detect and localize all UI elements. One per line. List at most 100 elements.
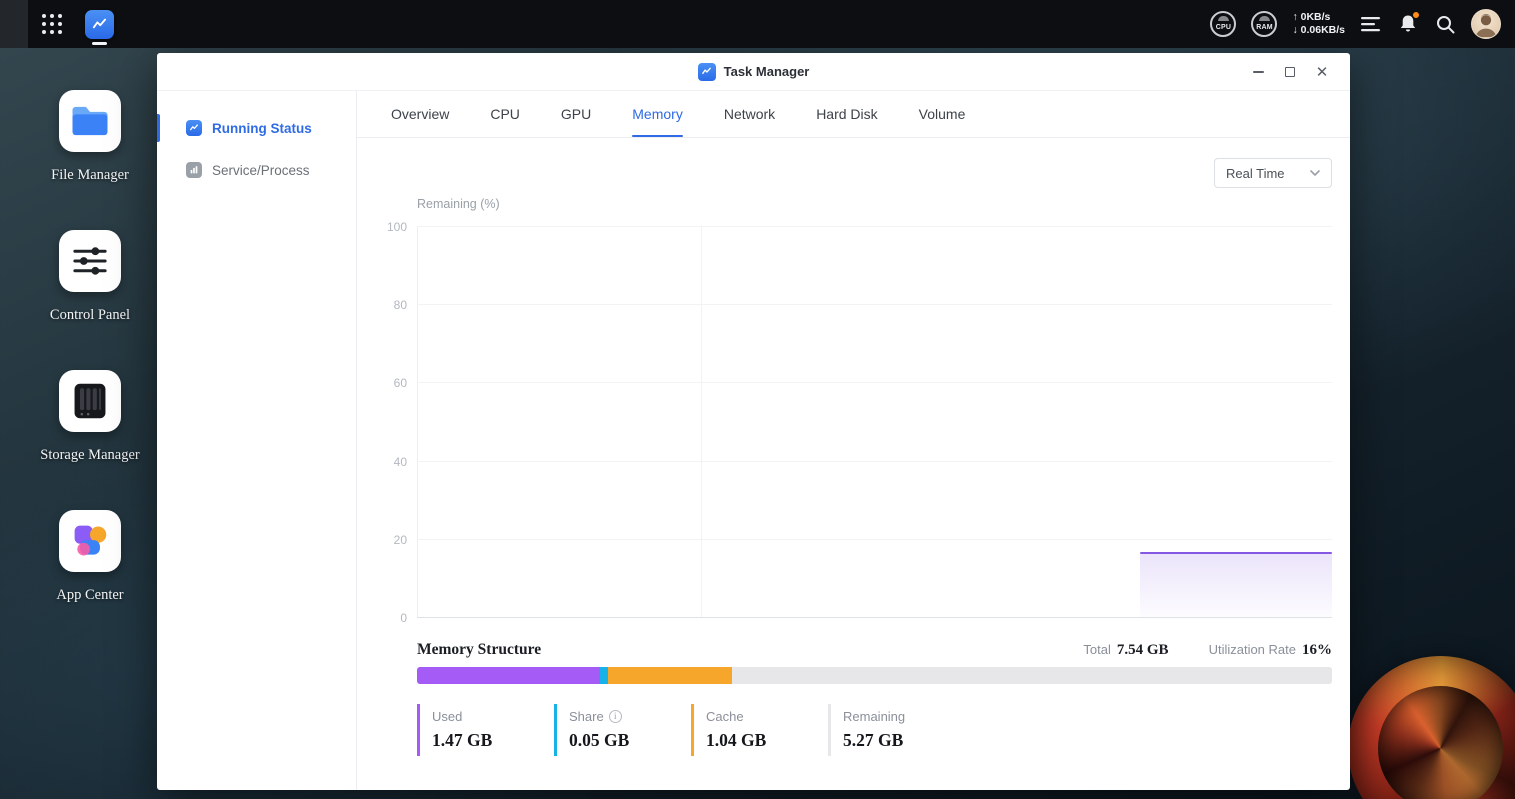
sidebar-item-service-process[interactable]: Service/Process: [157, 149, 356, 191]
window-body: Running Status Service/Process Overview …: [157, 91, 1350, 790]
chart-gridline: [417, 539, 1332, 540]
window-controls: ✕: [1242, 53, 1338, 91]
topbar-right-cluster: CPU RAM ↑ 0KB/s ↓ 0.06KB/s: [1210, 9, 1515, 39]
memory-structure-title: Memory Structure: [417, 641, 541, 659]
bar-segment-cache: [608, 667, 732, 684]
tab-memory[interactable]: Memory: [632, 91, 683, 137]
legend-item-cache: Cache 1.04 GB: [691, 704, 828, 756]
file-manager-icon: [59, 90, 121, 152]
legend-value: 5.27 GB: [843, 732, 965, 750]
memory-structure-bar: [417, 667, 1332, 684]
taskbar-app-task-manager[interactable]: [76, 0, 122, 48]
chart-y-axis-title: Remaining (%): [417, 197, 500, 211]
time-range-value: Real Time: [1226, 166, 1285, 181]
y-tick-label: 60: [377, 376, 407, 390]
tabs-bar: Overview CPU GPU Memory Network Hard Dis…: [357, 91, 1350, 138]
service-process-icon: [186, 162, 202, 178]
utilization-rate-label: Utilization Rate: [1209, 642, 1296, 657]
desktop-icon-app-center[interactable]: App Center: [40, 510, 140, 650]
series-area-fill: [1140, 554, 1332, 617]
chart-left-axis-line: [417, 226, 418, 617]
topbar-corner: [0, 0, 28, 48]
desktop-icon-column: File Manager Control Panel: [40, 90, 140, 650]
minimize-icon: [1253, 71, 1264, 73]
task-manager-window: Task Manager ✕ Running Status: [157, 53, 1350, 790]
legend-value: 1.04 GB: [706, 732, 828, 750]
y-tick-label: 20: [377, 533, 407, 547]
sidebar-item-running-status[interactable]: Running Status: [157, 107, 356, 149]
close-button[interactable]: ✕: [1306, 53, 1338, 91]
tab-hard-disk[interactable]: Hard Disk: [816, 91, 877, 137]
grid-dots-glyph: [42, 14, 62, 34]
desktop-icon-storage-manager[interactable]: Storage Manager: [40, 370, 140, 510]
share-info-icon[interactable]: i: [609, 710, 622, 723]
window-main: Overview CPU GPU Memory Network Hard Dis…: [357, 91, 1350, 790]
chart-gridline: [417, 382, 1332, 383]
maximize-button[interactable]: [1274, 53, 1306, 91]
total-value: 7.54 GB: [1117, 642, 1169, 659]
sidebar-item-label: Running Status: [212, 121, 312, 136]
bar-segment-share: [600, 667, 608, 684]
active-app-indicator: [92, 42, 107, 45]
legend-value: 1.47 GB: [432, 732, 554, 750]
cpu-gauge: CPU: [1210, 11, 1236, 37]
legend-label: Cache: [706, 710, 828, 723]
chart-gridline: [417, 461, 1332, 462]
desktop-icon-control-panel[interactable]: Control Panel: [40, 230, 140, 370]
search-icon[interactable]: [1434, 13, 1456, 35]
apps-grid-icon[interactable]: [28, 0, 76, 48]
user-avatar[interactable]: [1471, 9, 1501, 39]
desktop-screen: { "topbar": { "cpu_label": "CPU", "ram_l…: [0, 0, 1515, 799]
desktop-icon-label: File Manager: [51, 167, 129, 184]
tab-overview[interactable]: Overview: [391, 91, 449, 137]
legend-label: Share i: [569, 710, 691, 723]
bar-segment-used: [417, 667, 600, 684]
tab-volume[interactable]: Volume: [919, 91, 966, 137]
topbar: CPU RAM ↑ 0KB/s ↓ 0.06KB/s: [0, 0, 1515, 48]
ram-gauge-label: RAM: [1256, 24, 1273, 35]
notification-bell-icon[interactable]: [1397, 13, 1419, 35]
window-sidebar: Running Status Service/Process: [157, 91, 357, 790]
notification-badge-dot: [1412, 11, 1420, 19]
running-status-icon: [186, 120, 202, 136]
y-tick-label: 40: [377, 455, 407, 469]
active-sidebar-indicator: [157, 114, 160, 142]
window-title: Task Manager: [724, 64, 810, 79]
cpu-gauge-label: CPU: [1216, 24, 1231, 35]
bar-segment-remaining: [732, 667, 1332, 684]
legend-item-share: Share i 0.05 GB: [554, 704, 691, 756]
chart-vertical-gridline: [701, 226, 702, 617]
tab-network[interactable]: Network: [724, 91, 775, 137]
total-label: Total: [1083, 642, 1110, 657]
memory-structure-header: Memory Structure Total 7.54 GB Utilizati…: [417, 641, 1332, 659]
control-panel-icon: [59, 230, 121, 292]
storage-manager-icon: [59, 370, 121, 432]
sidebar-item-label: Service/Process: [212, 163, 310, 178]
chart-gridline: [417, 304, 1332, 305]
legend-value: 0.05 GB: [569, 732, 691, 750]
chevron-down-icon: [1310, 170, 1320, 176]
tab-gpu[interactable]: GPU: [561, 91, 591, 137]
y-tick-label: 0: [377, 611, 407, 625]
time-range-dropdown[interactable]: Real Time: [1214, 158, 1332, 188]
upload-speed: ↑ 0KB/s: [1292, 11, 1345, 24]
chart-gridline: [417, 226, 1332, 227]
window-title-icon: [698, 63, 716, 81]
legend-item-used: Used 1.47 GB: [417, 704, 554, 756]
window-title-group: Task Manager: [698, 63, 810, 81]
desktop-icon-file-manager[interactable]: File Manager: [40, 90, 140, 230]
tab-cpu[interactable]: CPU: [490, 91, 520, 137]
maximize-icon: [1285, 67, 1295, 77]
memory-chart-plot: 020406080100: [417, 226, 1332, 617]
app-center-icon: [59, 510, 121, 572]
wallpaper-logo: [1348, 656, 1515, 799]
legend-label: Used: [432, 710, 554, 723]
network-speed-indicator: ↑ 0KB/s ↓ 0.06KB/s: [1292, 11, 1345, 37]
ram-gauge: RAM: [1251, 11, 1277, 37]
desktop-icon-label: App Center: [56, 587, 123, 604]
close-icon: ✕: [1316, 65, 1329, 80]
sidebar-indicator: [157, 156, 160, 184]
minimize-button[interactable]: [1242, 53, 1274, 91]
task-list-icon[interactable]: [1360, 13, 1382, 35]
memory-legend: Used 1.47 GB Share i 0.05 GB Cache: [417, 704, 965, 756]
